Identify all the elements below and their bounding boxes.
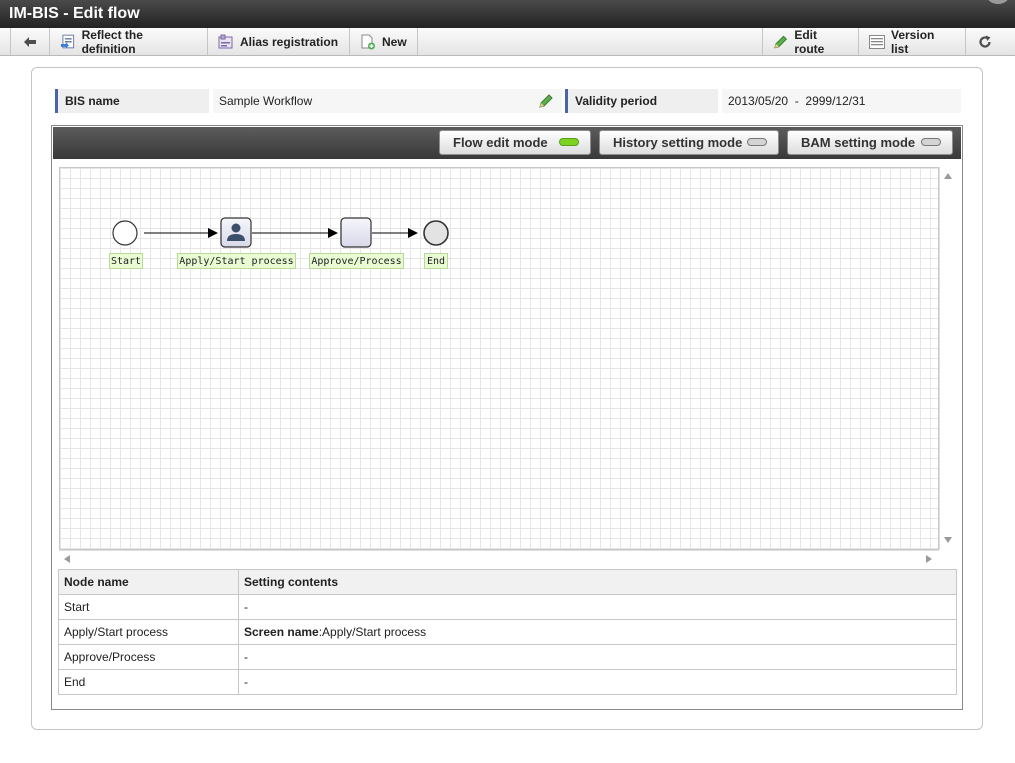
new-label: New: [382, 34, 407, 49]
table-row[interactable]: Approve/Process -: [58, 644, 957, 670]
scroll-down-arrow-icon[interactable]: [944, 537, 952, 543]
reflect-definition-icon: [60, 34, 75, 49]
setting-contents-cell: -: [238, 669, 957, 695]
bis-name-label: BIS name: [55, 89, 209, 113]
new-button[interactable]: New: [350, 28, 418, 55]
edit-route-label: Edit route: [794, 27, 825, 56]
approve-process-node[interactable]: [340, 217, 372, 248]
bis-name-text: Sample Workflow: [219, 94, 313, 108]
history-setting-mode-label: History setting mode: [613, 135, 743, 150]
reflect-definition-button[interactable]: Reflect the definition: [50, 27, 208, 56]
node-name-cell: End: [58, 669, 239, 695]
arrow-left-icon: [24, 36, 36, 47]
node-label-start: Start: [109, 253, 143, 269]
node-name-cell: Apply/Start process: [58, 619, 239, 645]
setting-value: -: [244, 675, 248, 689]
flow-canvas[interactable]: Start Apply/Start process Approve/Proces…: [59, 167, 939, 550]
column-header-setting-contents: Setting contents: [238, 569, 957, 595]
setting-value: -: [244, 600, 248, 614]
new-document-icon: [361, 34, 375, 49]
setting-value: -: [244, 650, 248, 664]
edit-name-pencil-icon[interactable]: [538, 93, 554, 109]
user-icon: [231, 223, 241, 233]
history-setting-mode-indicator: [747, 138, 767, 146]
window-title: IM-BIS - Edit flow: [9, 5, 140, 22]
apply-start-process-node[interactable]: [220, 217, 252, 248]
end-event-node[interactable]: [423, 220, 449, 246]
window-corner-button[interactable]: [987, 0, 1009, 4]
start-event-node[interactable]: [112, 220, 138, 246]
alias-registration-button[interactable]: Alias registration: [208, 28, 350, 55]
refresh-button[interactable]: [965, 28, 1003, 55]
setting-contents-cell: -: [238, 594, 957, 620]
flow-diagram: [112, 217, 449, 248]
pencil-icon: [774, 35, 788, 48]
version-list-label: Version list: [891, 27, 935, 56]
validity-period-label: Validity period: [565, 89, 718, 113]
bam-setting-mode-button[interactable]: BAM setting mode: [787, 130, 953, 155]
table-header-row: Node name Setting contents: [58, 569, 957, 595]
reflect-definition-label: Reflect the definition: [81, 27, 143, 56]
node-settings-table: Node name Setting contents Start - Apply…: [58, 569, 957, 695]
setting-contents-cell: Screen name:Apply/Start process: [238, 619, 957, 645]
back-button[interactable]: [10, 28, 50, 55]
table-row[interactable]: Apply/Start process Screen name:Apply/St…: [58, 619, 957, 645]
vertical-scrollbar[interactable]: [939, 167, 955, 550]
node-label-approve-process: Approve/Process: [309, 253, 404, 269]
scroll-up-arrow-icon[interactable]: [944, 173, 952, 179]
alias-registration-icon: [218, 34, 233, 48]
validity-period-value: 2013/05/20 - 2999/12/31: [722, 89, 961, 113]
list-icon: [869, 34, 885, 49]
node-name-cell: Approve/Process: [58, 644, 239, 670]
bam-setting-mode-indicator: [921, 138, 941, 146]
column-header-node-name: Node name: [58, 569, 239, 595]
node-label-end: End: [424, 253, 448, 269]
table-row[interactable]: Start -: [58, 594, 957, 620]
alias-registration-label: Alias registration: [240, 34, 339, 49]
version-list-button[interactable]: Version list: [858, 27, 965, 56]
bis-name-value: Sample Workflow: [213, 89, 562, 113]
node-label-apply-start-process: Apply/Start process: [177, 253, 296, 269]
flow-edit-mode-label: Flow edit mode: [453, 135, 548, 150]
edit-route-button[interactable]: Edit route: [762, 27, 858, 56]
history-setting-mode-button[interactable]: History setting mode: [599, 130, 779, 155]
toolbar: Reflect the definition Alias registratio…: [0, 28, 1015, 56]
refresh-icon: [978, 35, 991, 48]
setting-contents-cell: -: [238, 644, 957, 670]
horizontal-scrollbar[interactable]: [59, 550, 939, 566]
flow-edit-mode-button[interactable]: Flow edit mode: [439, 130, 591, 155]
setting-key: Screen name: [244, 625, 319, 639]
scroll-left-arrow-icon[interactable]: [64, 555, 70, 563]
node-name-cell: Start: [58, 594, 239, 620]
table-row[interactable]: End -: [58, 669, 957, 695]
flow-edit-mode-indicator: [559, 138, 579, 146]
scroll-right-arrow-icon[interactable]: [926, 555, 932, 563]
bam-setting-mode-label: BAM setting mode: [801, 135, 916, 150]
setting-value: :Apply/Start process: [318, 625, 427, 639]
window-title-bar: IM-BIS - Edit flow: [0, 0, 1015, 28]
